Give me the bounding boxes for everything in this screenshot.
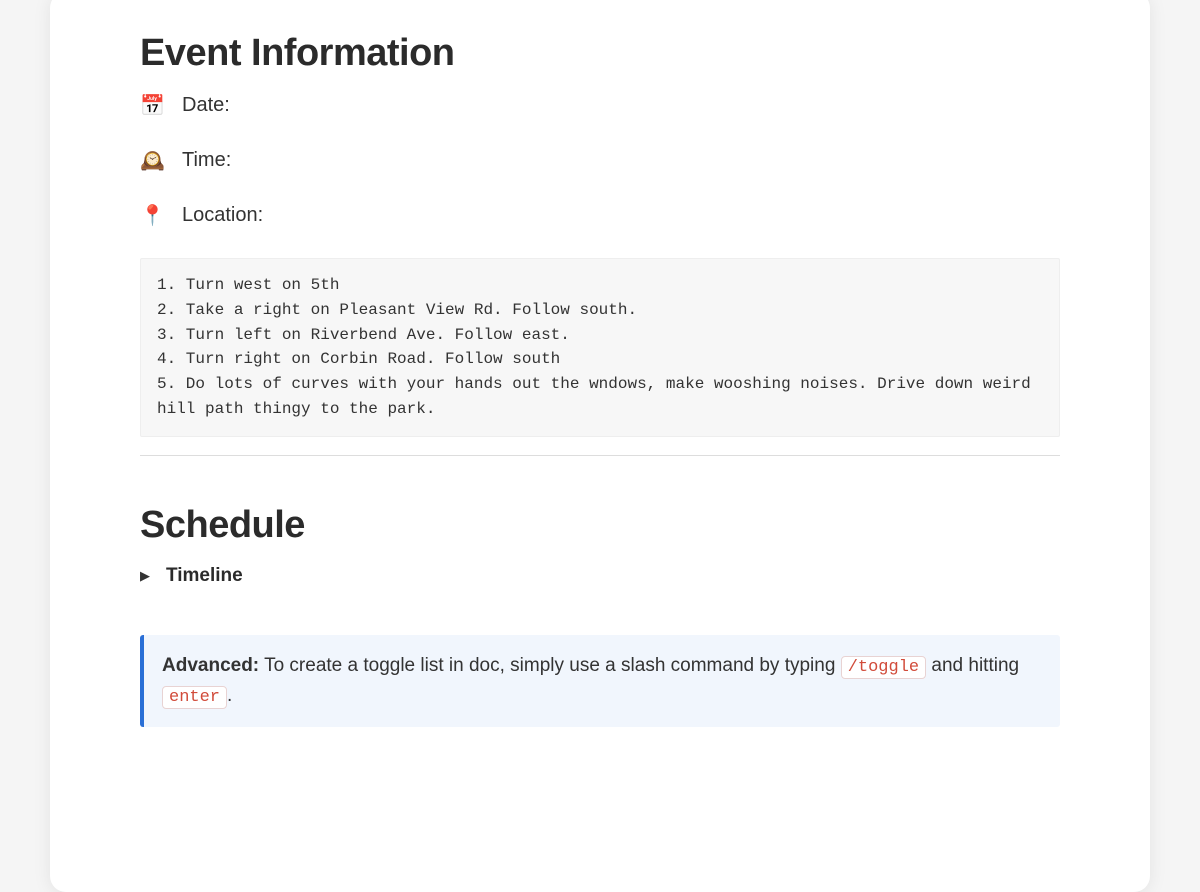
date-label: Date: [182, 94, 230, 117]
section-divider [140, 455, 1060, 456]
schedule-heading: Schedule [140, 504, 1060, 547]
inline-code-toggle: /toggle [841, 656, 926, 679]
pin-icon: 📍 [140, 203, 164, 228]
info-row-time: 🕰️ Time: [140, 148, 1060, 173]
info-row-date: 📅 Date: [140, 93, 1060, 118]
time-label: Time: [182, 149, 231, 172]
document-page: Event Information 📅 Date: 🕰️ Time: 📍 Loc… [50, 0, 1150, 892]
inline-code-enter: enter [162, 686, 227, 709]
directions-block: 1. Turn west on 5th 2. Take a right on P… [140, 258, 1060, 437]
timeline-toggle[interactable]: ▶ Timeline [140, 565, 1060, 587]
caret-right-icon: ▶ [140, 568, 154, 584]
event-info-heading: Event Information [140, 32, 1060, 75]
location-label: Location: [182, 204, 263, 227]
callout-text-1: To create a toggle list in doc, simply u… [259, 655, 841, 676]
callout-bold: Advanced: [162, 655, 259, 676]
clock-icon: 🕰️ [140, 148, 164, 173]
document-content: Event Information 📅 Date: 🕰️ Time: 📍 Loc… [140, 32, 1060, 727]
callout-text-2: and hitting [926, 655, 1019, 676]
callout-text-3: . [227, 685, 232, 706]
timeline-toggle-label: Timeline [166, 565, 243, 587]
advanced-callout: Advanced: To create a toggle list in doc… [140, 635, 1060, 728]
calendar-icon: 📅 [140, 93, 164, 118]
info-row-location: 📍 Location: [140, 203, 1060, 228]
